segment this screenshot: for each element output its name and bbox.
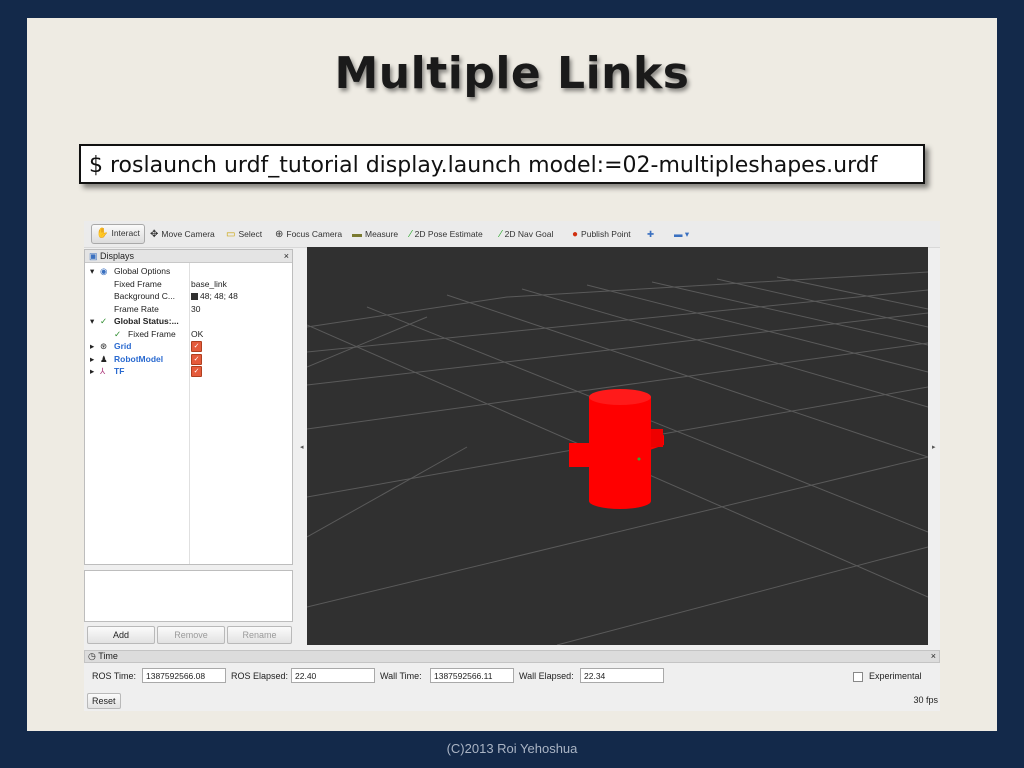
- frame-rate-value[interactable]: 30: [191, 303, 200, 315]
- ros-time-field[interactable]: 1387592566.08: [142, 668, 226, 683]
- nav-arrow-icon: ⁄: [500, 229, 502, 240]
- 3d-viewport[interactable]: [306, 247, 929, 646]
- global-status-label: Global Status:...: [114, 316, 179, 326]
- expand-arrow-icon[interactable]: ▾: [90, 315, 94, 327]
- time-panel-header: ◷ Time ×: [84, 650, 940, 663]
- pin-icon: ●: [572, 229, 579, 240]
- interact-tool[interactable]: ✋ Interact: [91, 224, 145, 244]
- fps-readout: 30 fps: [913, 695, 938, 705]
- reset-button[interactable]: Reset: [87, 693, 121, 709]
- background-value-text: 48; 48; 48: [200, 291, 238, 301]
- add-button[interactable]: Add: [87, 626, 155, 644]
- move-camera-label: Move Camera: [161, 229, 215, 239]
- fixed-frame-value[interactable]: base_link: [191, 278, 227, 290]
- check-icon: ✓: [114, 329, 122, 339]
- pose-estimate-label: 2D Pose Estimate: [414, 229, 483, 239]
- remove-tool-icon[interactable]: ▬ ▾: [674, 226, 689, 242]
- nav-goal-label: 2D Nav Goal: [504, 229, 554, 239]
- tf-label: TF: [114, 366, 125, 376]
- tf-enabled-checkbox[interactable]: ✓: [191, 365, 202, 378]
- robot-icon: ♟: [100, 354, 108, 364]
- rviz-window: ✋ Interact ✥ Move Camera ▭ Select ⊕ Focus Ca…: [84, 221, 940, 711]
- collapse-arrow-icon[interactable]: ▸: [90, 353, 94, 365]
- select-tool[interactable]: ▭ Select: [226, 226, 262, 242]
- collapse-arrow-icon[interactable]: ▸: [90, 365, 94, 377]
- status-fixed-frame-label: Fixed Frame: [128, 329, 176, 339]
- focus-camera-label: Focus Camera: [286, 229, 343, 239]
- displays-panel: ▣ Displays × ▾ ◉ Global Options Fixed Fr…: [84, 249, 293, 565]
- focus-icon: ⊕: [275, 229, 284, 240]
- displays-title: Displays: [100, 251, 135, 261]
- clock-icon: ◷: [88, 651, 96, 661]
- focus-camera-tool[interactable]: ⊕ Focus Camera: [275, 226, 342, 242]
- wall-time-field[interactable]: 1387592566.11: [430, 668, 514, 683]
- publish-point-label: Publish Point: [581, 229, 631, 239]
- displays-header: ▣ Displays ×: [85, 250, 292, 263]
- check-icon: ✓: [100, 316, 108, 326]
- checkbox-checked-icon: ✓: [191, 354, 202, 366]
- scene-svg: [306, 271, 929, 646]
- measure-tool[interactable]: ▬ Measure: [352, 226, 398, 242]
- select-icon: ▭: [226, 229, 236, 240]
- wall-time-label: Wall Time:: [380, 671, 422, 681]
- status-fixed-frame-value: OK: [191, 329, 204, 339]
- interact-label: Interact: [111, 228, 140, 238]
- ros-time-label: ROS Time:: [92, 671, 137, 681]
- ruler-icon: ▬: [352, 229, 362, 240]
- rename-button[interactable]: Rename: [227, 626, 292, 644]
- pose-estimate-tool[interactable]: ⁄ 2D Pose Estimate: [410, 226, 483, 242]
- move-icon: ✥: [150, 229, 159, 240]
- measure-label: Measure: [365, 229, 399, 239]
- column-divider: [189, 263, 190, 564]
- tf-axes-icon: ⅄: [100, 366, 106, 376]
- nav-goal-tool[interactable]: ⁄ 2D Nav Goal: [500, 226, 553, 242]
- fixed-frame-label: Fixed Frame: [114, 279, 162, 289]
- grid-enabled-checkbox[interactable]: ✓: [191, 340, 202, 353]
- checkbox-checked-icon: ✓: [191, 366, 202, 378]
- robotmodel-enabled-checkbox[interactable]: ✓: [191, 353, 202, 366]
- robot-model: [569, 389, 664, 509]
- description-area: [84, 570, 293, 622]
- background-value[interactable]: 48; 48; 48: [191, 290, 238, 302]
- pose-arrow-icon: ⁄: [410, 229, 412, 240]
- slide-title: Multiple Links: [334, 48, 690, 99]
- close-icon[interactable]: ×: [931, 651, 936, 662]
- move-camera-tool[interactable]: ✥ Move Camera: [150, 226, 215, 242]
- background-label: Background C...: [114, 291, 175, 301]
- add-tool-icon[interactable]: ✚: [647, 226, 654, 242]
- close-icon[interactable]: ×: [284, 250, 289, 262]
- collapse-arrow-icon[interactable]: ▸: [90, 340, 94, 352]
- select-label: Select: [238, 229, 263, 239]
- checkbox-checked-icon: ✓: [191, 341, 202, 353]
- ros-elapsed-field[interactable]: 22.40: [291, 668, 375, 683]
- command-box: $ roslaunch urdf_tutorial display.launch…: [79, 144, 925, 184]
- checkbox-unchecked-icon: [853, 671, 863, 682]
- experimental-label: Experimental: [869, 671, 922, 681]
- monitor-icon: ▣: [89, 251, 98, 261]
- robotmodel-label: RobotModel: [114, 354, 164, 364]
- hand-icon: ✋: [96, 228, 109, 239]
- slide-footer: (C)2013 Roi Yehoshua: [446, 741, 578, 756]
- frame-rate-label: Frame Rate: [114, 304, 159, 314]
- publish-point-tool[interactable]: ● Publish Point: [572, 226, 631, 242]
- expand-arrow-icon[interactable]: ▾: [90, 265, 94, 277]
- experimental-checkbox[interactable]: Experimental: [853, 668, 922, 684]
- collapse-right-icon[interactable]: ▸: [932, 443, 936, 451]
- grid-label: Grid: [114, 341, 132, 351]
- remove-button[interactable]: Remove: [157, 626, 225, 644]
- collapse-left-icon[interactable]: ◂: [300, 443, 304, 451]
- global-options-label: Global Options: [114, 266, 171, 276]
- ros-elapsed-label: ROS Elapsed:: [231, 671, 289, 681]
- time-title: Time: [98, 651, 118, 661]
- toolbar: ✋ Interact ✥ Move Camera ▭ Select ⊕ Focus Ca…: [84, 221, 940, 248]
- globe-icon: ◉: [100, 266, 108, 276]
- color-swatch: [191, 293, 198, 301]
- wall-elapsed-field[interactable]: 22.34: [580, 668, 664, 683]
- grid-icon: ⊛: [100, 341, 108, 351]
- wall-elapsed-label: Wall Elapsed:: [519, 671, 574, 681]
